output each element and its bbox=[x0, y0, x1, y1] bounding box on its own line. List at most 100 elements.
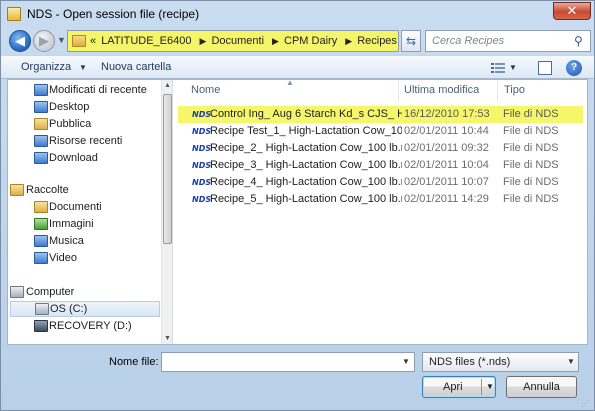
open-button[interactable]: Apri ▼ bbox=[422, 376, 496, 398]
file-name: Recipe_5_ High-Lactation Cow_100 lb.nds bbox=[210, 193, 402, 205]
cancel-button[interactable]: Annulla bbox=[506, 376, 577, 398]
forward-arrow-icon: ▶ bbox=[39, 33, 49, 48]
open-button-label: Apri bbox=[443, 381, 463, 393]
sidebar-item-label: Musica bbox=[49, 235, 84, 247]
file-row[interactable]: NDS Recipe_4_ High-Lactation Cow_100 lb.… bbox=[178, 174, 583, 191]
open-options-dropdown-icon[interactable]: ▼ bbox=[486, 377, 494, 397]
chevron-right-icon[interactable]: ▶ bbox=[345, 36, 352, 46]
chevron-right-icon[interactable]: ▶ bbox=[199, 36, 206, 46]
file-row[interactable]: NDS Recipe Test_1_ High-Lactation Cow_10… bbox=[178, 123, 583, 140]
organize-button[interactable]: Organizza bbox=[21, 61, 71, 73]
recent-pages-dropdown-icon[interactable]: ▼ bbox=[57, 35, 66, 45]
libraries-icon bbox=[10, 184, 24, 196]
sidebar-item-documents[interactable]: Documenti bbox=[22, 200, 160, 216]
column-header-modified[interactable]: Ultima modifica bbox=[404, 84, 479, 96]
sidebar-scrollbar[interactable]: ▲ ▼ bbox=[161, 80, 172, 344]
file-type: File di NDS bbox=[503, 142, 559, 154]
breadcrumb: « LATITUDE_E6400 ▶ Documenti ▶ CPM Dairy ▶ … bbox=[90, 35, 414, 47]
forward-button[interactable]: ▶ bbox=[33, 30, 55, 52]
file-row[interactable]: NDS Control Ing_ Aug 6 Starch Kd_s CJS_ … bbox=[178, 106, 583, 123]
view-dropdown-icon[interactable]: ▼ bbox=[509, 63, 517, 72]
preview-pane-icon[interactable] bbox=[538, 61, 552, 75]
sidebar-item-drive-d[interactable]: RECOVERY (D:) bbox=[22, 319, 160, 335]
column-header-row: ▲ Nome Ultima modifica Tipo bbox=[174, 78, 587, 102]
sidebar-item-label: Documenti bbox=[49, 201, 102, 213]
title-bar[interactable]: NDS - Open session file (recipe) ✕ bbox=[1, 1, 594, 27]
nds-file-icon: NDS bbox=[192, 110, 212, 119]
file-row[interactable]: NDS Recipe_5_ High-Lactation Cow_100 lb.… bbox=[178, 191, 583, 208]
sidebar-item-pictures[interactable]: Immagini bbox=[22, 217, 160, 233]
chevron-down-icon[interactable]: ▼ bbox=[79, 63, 87, 72]
sidebar-item-label: Download bbox=[49, 152, 98, 164]
sidebar-item-label: RECOVERY (D:) bbox=[49, 320, 132, 332]
sidebar-item-recent-items[interactable]: Risorse recenti bbox=[22, 134, 160, 150]
refresh-icon: ⇆ bbox=[405, 34, 417, 48]
file-type: File di NDS bbox=[503, 193, 559, 205]
scroll-down-icon[interactable]: ▼ bbox=[164, 335, 171, 342]
search-icon[interactable]: ⚲ bbox=[574, 34, 588, 48]
chevron-down-icon[interactable]: ▼ bbox=[567, 357, 575, 366]
column-divider[interactable] bbox=[497, 80, 498, 102]
sidebar-item-recent[interactable]: Modificati di recente bbox=[22, 83, 160, 99]
help-icon[interactable]: ? bbox=[566, 60, 582, 76]
view-options-icon[interactable] bbox=[491, 62, 505, 74]
computer-icon bbox=[10, 286, 24, 298]
sidebar-item-download[interactable]: Download bbox=[22, 151, 160, 167]
breadcrumb-overflow[interactable]: « bbox=[90, 35, 96, 47]
sidebar-item-drive-c[interactable]: OS (C:) bbox=[10, 301, 160, 317]
sidebar-item-music[interactable]: Musica bbox=[22, 234, 160, 250]
sidebar-group-label: Raccolte bbox=[26, 184, 69, 196]
scroll-up-icon[interactable]: ▲ bbox=[164, 82, 171, 89]
refresh-button[interactable]: ⇆ bbox=[401, 30, 421, 52]
breadcrumb-item-cpm-dairy[interactable]: CPM Dairy bbox=[284, 35, 337, 47]
column-header-name[interactable]: Nome bbox=[191, 84, 220, 96]
file-modified: 02/01/2011 14:29 bbox=[404, 193, 489, 205]
breadcrumb-item-documenti[interactable]: Documenti bbox=[211, 35, 264, 47]
sidebar-group-label: Computer bbox=[26, 286, 75, 298]
file-modified: 02/01/2011 10:44 bbox=[404, 125, 489, 137]
search-input[interactable]: Cerca Recipes ⚲ bbox=[425, 30, 591, 52]
command-bar: Organizza ▼ Nuova cartella ▼ ? bbox=[1, 55, 594, 79]
nds-file-icon: NDS bbox=[192, 144, 212, 153]
column-header-type[interactable]: Tipo bbox=[504, 84, 525, 96]
breadcrumb-item-recipes[interactable]: Recipes bbox=[357, 35, 397, 47]
sidebar-item-label: OS (C:) bbox=[50, 303, 88, 315]
filename-history-dropdown-icon[interactable]: ▼ bbox=[402, 357, 410, 366]
cancel-button-label: Annulla bbox=[523, 381, 560, 393]
search-placeholder: Cerca Recipes bbox=[432, 35, 505, 47]
sidebar-group-libraries[interactable]: Raccolte bbox=[10, 183, 148, 199]
file-type: File di NDS bbox=[503, 125, 559, 137]
file-modified: 02/01/2011 10:04 bbox=[404, 159, 489, 171]
sidebar-item-desktop[interactable]: Desktop bbox=[22, 100, 160, 116]
sidebar-item-label: Desktop bbox=[49, 101, 90, 113]
chevron-right-icon[interactable]: ▶ bbox=[272, 36, 279, 46]
filename-field[interactable]: ▼ bbox=[161, 352, 415, 372]
resize-grip-icon[interactable]: ⋰ bbox=[581, 399, 589, 408]
nds-file-icon: NDS bbox=[192, 178, 212, 187]
split-divider bbox=[481, 379, 482, 395]
breadcrumb-item-latitude[interactable]: LATITUDE_E6400 bbox=[101, 35, 191, 47]
file-type-filter-select[interactable]: NDS files (*.nds) ▼ bbox=[422, 352, 579, 372]
recent-places-icon bbox=[34, 84, 48, 96]
file-list: ▲ Nome Ultima modifica Tipo NDS Control … bbox=[174, 78, 587, 344]
sidebar-item-label: Video bbox=[49, 252, 77, 264]
file-row[interactable]: NDS Recipe_3_ High-Lactation Cow_100 lb.… bbox=[178, 157, 583, 174]
filename-label: Nome file: bbox=[109, 356, 159, 368]
sidebar-item-label: Risorse recenti bbox=[49, 135, 123, 147]
video-library-icon bbox=[34, 252, 48, 264]
sidebar-group-computer[interactable]: Computer bbox=[10, 285, 148, 301]
file-modified: 16/12/2010 17:53 bbox=[404, 108, 490, 120]
close-button[interactable]: ✕ bbox=[553, 2, 591, 20]
address-bar[interactable]: « LATITUDE_E6400 ▶ Documenti ▶ CPM Dairy ▶ … bbox=[67, 30, 460, 52]
sidebar-item-label: Modificati di recente bbox=[49, 84, 147, 96]
back-button[interactable]: ◀ bbox=[9, 30, 31, 52]
file-modified: 02/01/2011 09:32 bbox=[404, 142, 489, 154]
scrollbar-thumb[interactable] bbox=[163, 94, 172, 244]
desktop-icon bbox=[34, 101, 48, 113]
app-icon bbox=[7, 7, 21, 21]
column-divider[interactable] bbox=[398, 80, 399, 102]
file-row[interactable]: NDS Recipe_2_ High-Lactation Cow_100 lb.… bbox=[178, 140, 583, 157]
sidebar-item-public[interactable]: Pubblica bbox=[22, 117, 160, 133]
new-folder-button[interactable]: Nuova cartella bbox=[101, 61, 171, 73]
sidebar-item-video[interactable]: Video bbox=[22, 251, 160, 267]
